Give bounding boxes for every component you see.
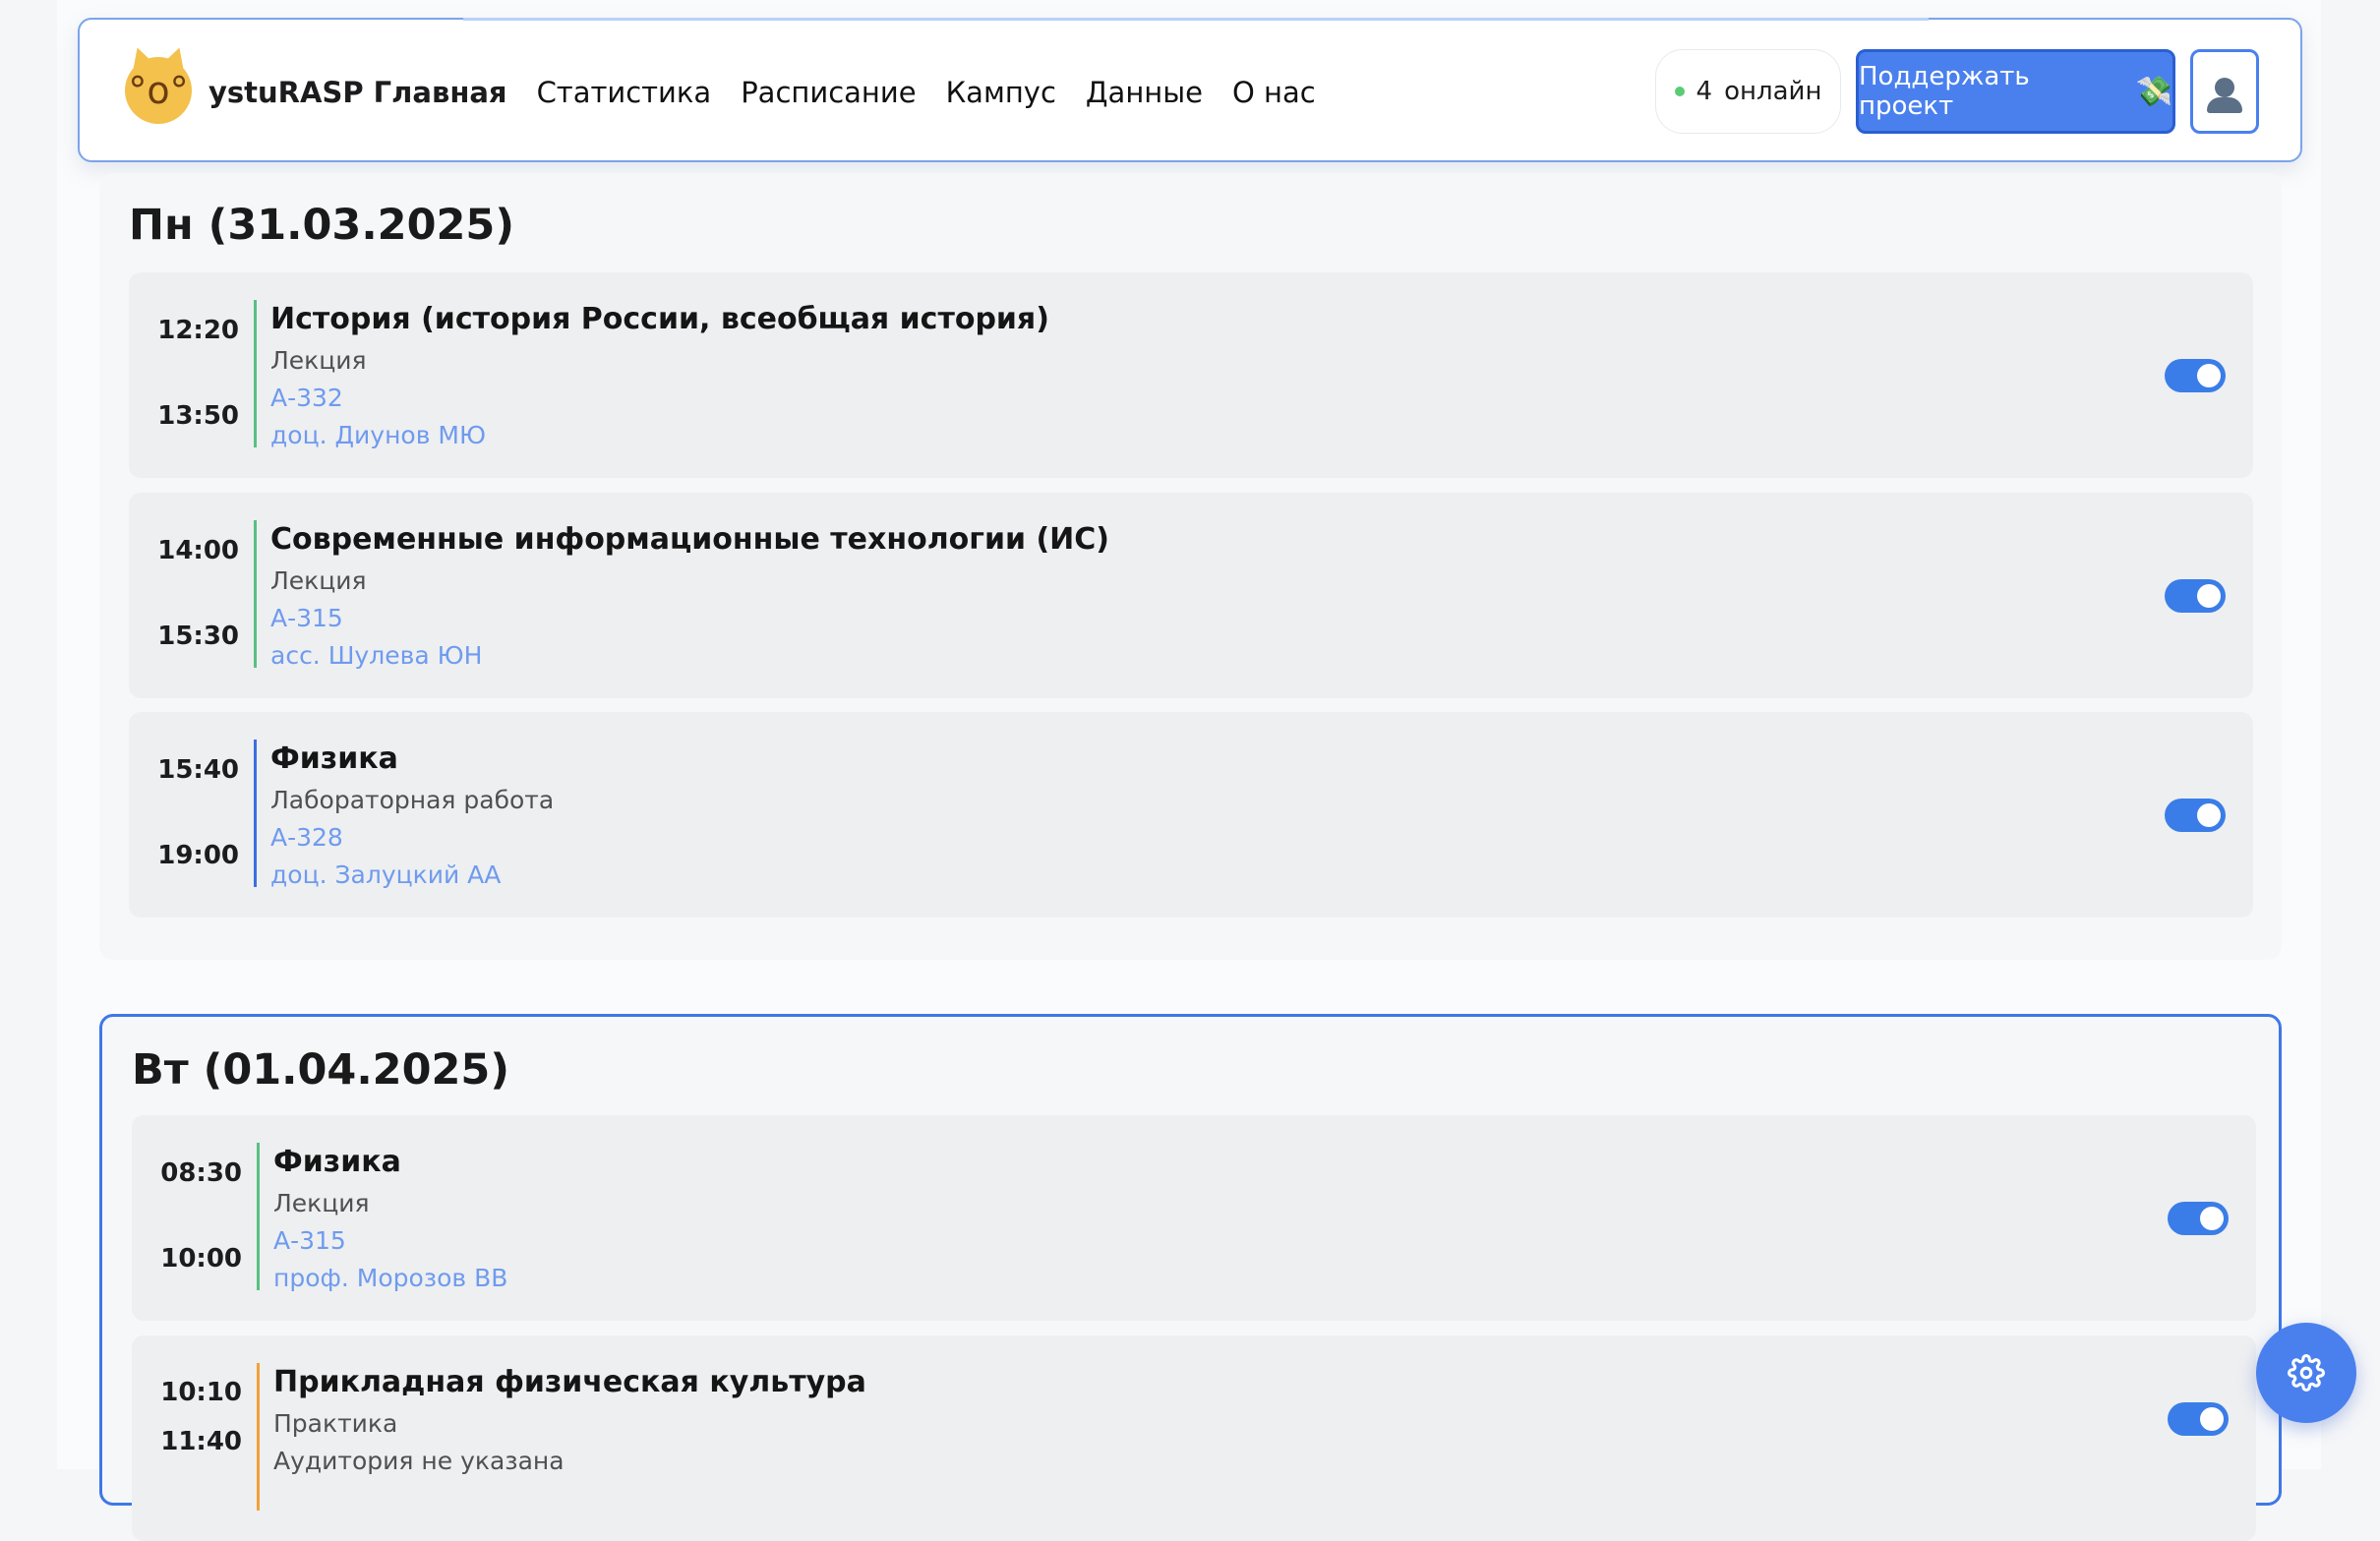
lesson-type-bar [257,1363,260,1511]
lesson-room-link[interactable]: А-315 [273,1226,507,1255]
user-icon [2215,78,2234,97]
lesson-item: 14:00 15:30 Современные информационные т… [129,493,2253,698]
lesson-room-text: Аудитория не указана [273,1447,565,1475]
support-label: Поддержать проект [1859,62,2030,121]
lesson-room-link[interactable]: А-332 [270,384,1049,412]
nav-item-about[interactable]: О нас [1232,76,1316,109]
lesson-end-time: 13:50 [157,401,239,431]
nav-item-campus[interactable]: Кампус [946,76,1056,109]
lesson-toggle[interactable] [2168,1202,2229,1235]
lesson-teacher-link[interactable]: проф. Морозов ВВ [273,1264,507,1292]
profile-button[interactable] [2190,49,2259,134]
lesson-start-time: 12:20 [157,316,239,345]
day-title: Пн (31.03.2025) [129,201,514,250]
lesson-teacher-link[interactable]: асс. Шулева ЮН [270,641,1109,670]
lesson-kind: Лабораторная работа [270,786,555,814]
lesson-item: 12:20 13:50 История (история России, все… [129,272,2253,478]
nav-item-data[interactable]: Данные [1086,76,1203,109]
lesson-start-time: 10:10 [160,1378,242,1407]
support-project-button[interactable]: Поддержать проект 💸 [1856,49,2175,134]
nav-item-schedule[interactable]: Расписание [741,76,916,109]
brand-home-link[interactable]: ystuRASP Главная [208,76,507,109]
lesson-kind: Лекция [270,566,367,595]
lesson-subject: Современные информационные технологии (И… [270,522,1109,557]
lesson-room-link[interactable]: А-328 [270,823,554,852]
online-label: онлайн [1724,77,1822,106]
gear-icon [2288,1354,2325,1392]
lesson-room-link[interactable]: А-315 [270,604,1109,632]
top-navbar: °o° ystuRASP Главная Статистика Расписан… [78,18,2302,162]
lesson-subject: Физика [270,741,398,776]
lesson-kind: Практика [273,1409,398,1438]
lesson-start-time: 15:40 [157,755,239,785]
lesson-kind: Лекция [273,1189,370,1217]
lesson-end-time: 10:00 [160,1244,242,1274]
logo-cat-icon[interactable]: °o° [125,43,192,124]
lesson-teacher-link[interactable]: доц. Диунов МЮ [270,421,1049,449]
lesson-start-time: 14:00 [157,536,239,565]
online-status-dot [1674,87,1685,96]
lesson-subject: История (история России, всеобщая истори… [270,302,1049,336]
lesson-toggle[interactable] [2165,799,2226,832]
main-nav: ystuRASP Главная Статистика Расписание К… [208,20,1316,164]
lesson-end-time: 11:40 [160,1427,242,1456]
lesson-type-bar [254,740,257,887]
day-card: Пн (31.03.2025) 12:20 13:50 История (ист… [99,173,2282,960]
lesson-type-bar [254,520,257,668]
lesson-type-bar [257,1143,260,1290]
lesson-teacher-link[interactable]: доц. Залуцкий АА [270,860,554,889]
lesson-subject: Физика [273,1145,401,1179]
lesson-toggle[interactable] [2165,579,2226,613]
day-card-current: Вт (01.04.2025) 08:30 10:00 Физика Лекци… [99,1014,2282,1541]
lesson-end-time: 19:00 [157,841,239,870]
day-title: Вт (01.04.2025) [132,1045,509,1095]
lesson-item: 08:30 10:00 Физика Лекция А-315 проф. Мо… [132,1115,2256,1321]
settings-fab-button[interactable] [2256,1323,2356,1423]
lesson-type-bar [254,300,257,447]
money-icon: 💸 [2135,74,2172,109]
lesson-subject: Прикладная физическая культура [273,1365,866,1399]
lesson-item: 10:10 11:40 Прикладная физическая культу… [132,1335,2256,1541]
lesson-end-time: 15:30 [157,622,239,651]
nav-item-statistics[interactable]: Статистика [537,76,712,109]
online-count: 4 [1696,77,1713,106]
lesson-item: 15:40 19:00 Физика Лабораторная работа А… [129,712,2253,918]
lesson-toggle[interactable] [2165,359,2226,392]
online-counter-badge: 4 онлайн [1655,49,1841,134]
lesson-toggle[interactable] [2168,1402,2229,1436]
lesson-start-time: 08:30 [160,1158,242,1188]
lesson-kind: Лекция [270,346,367,375]
